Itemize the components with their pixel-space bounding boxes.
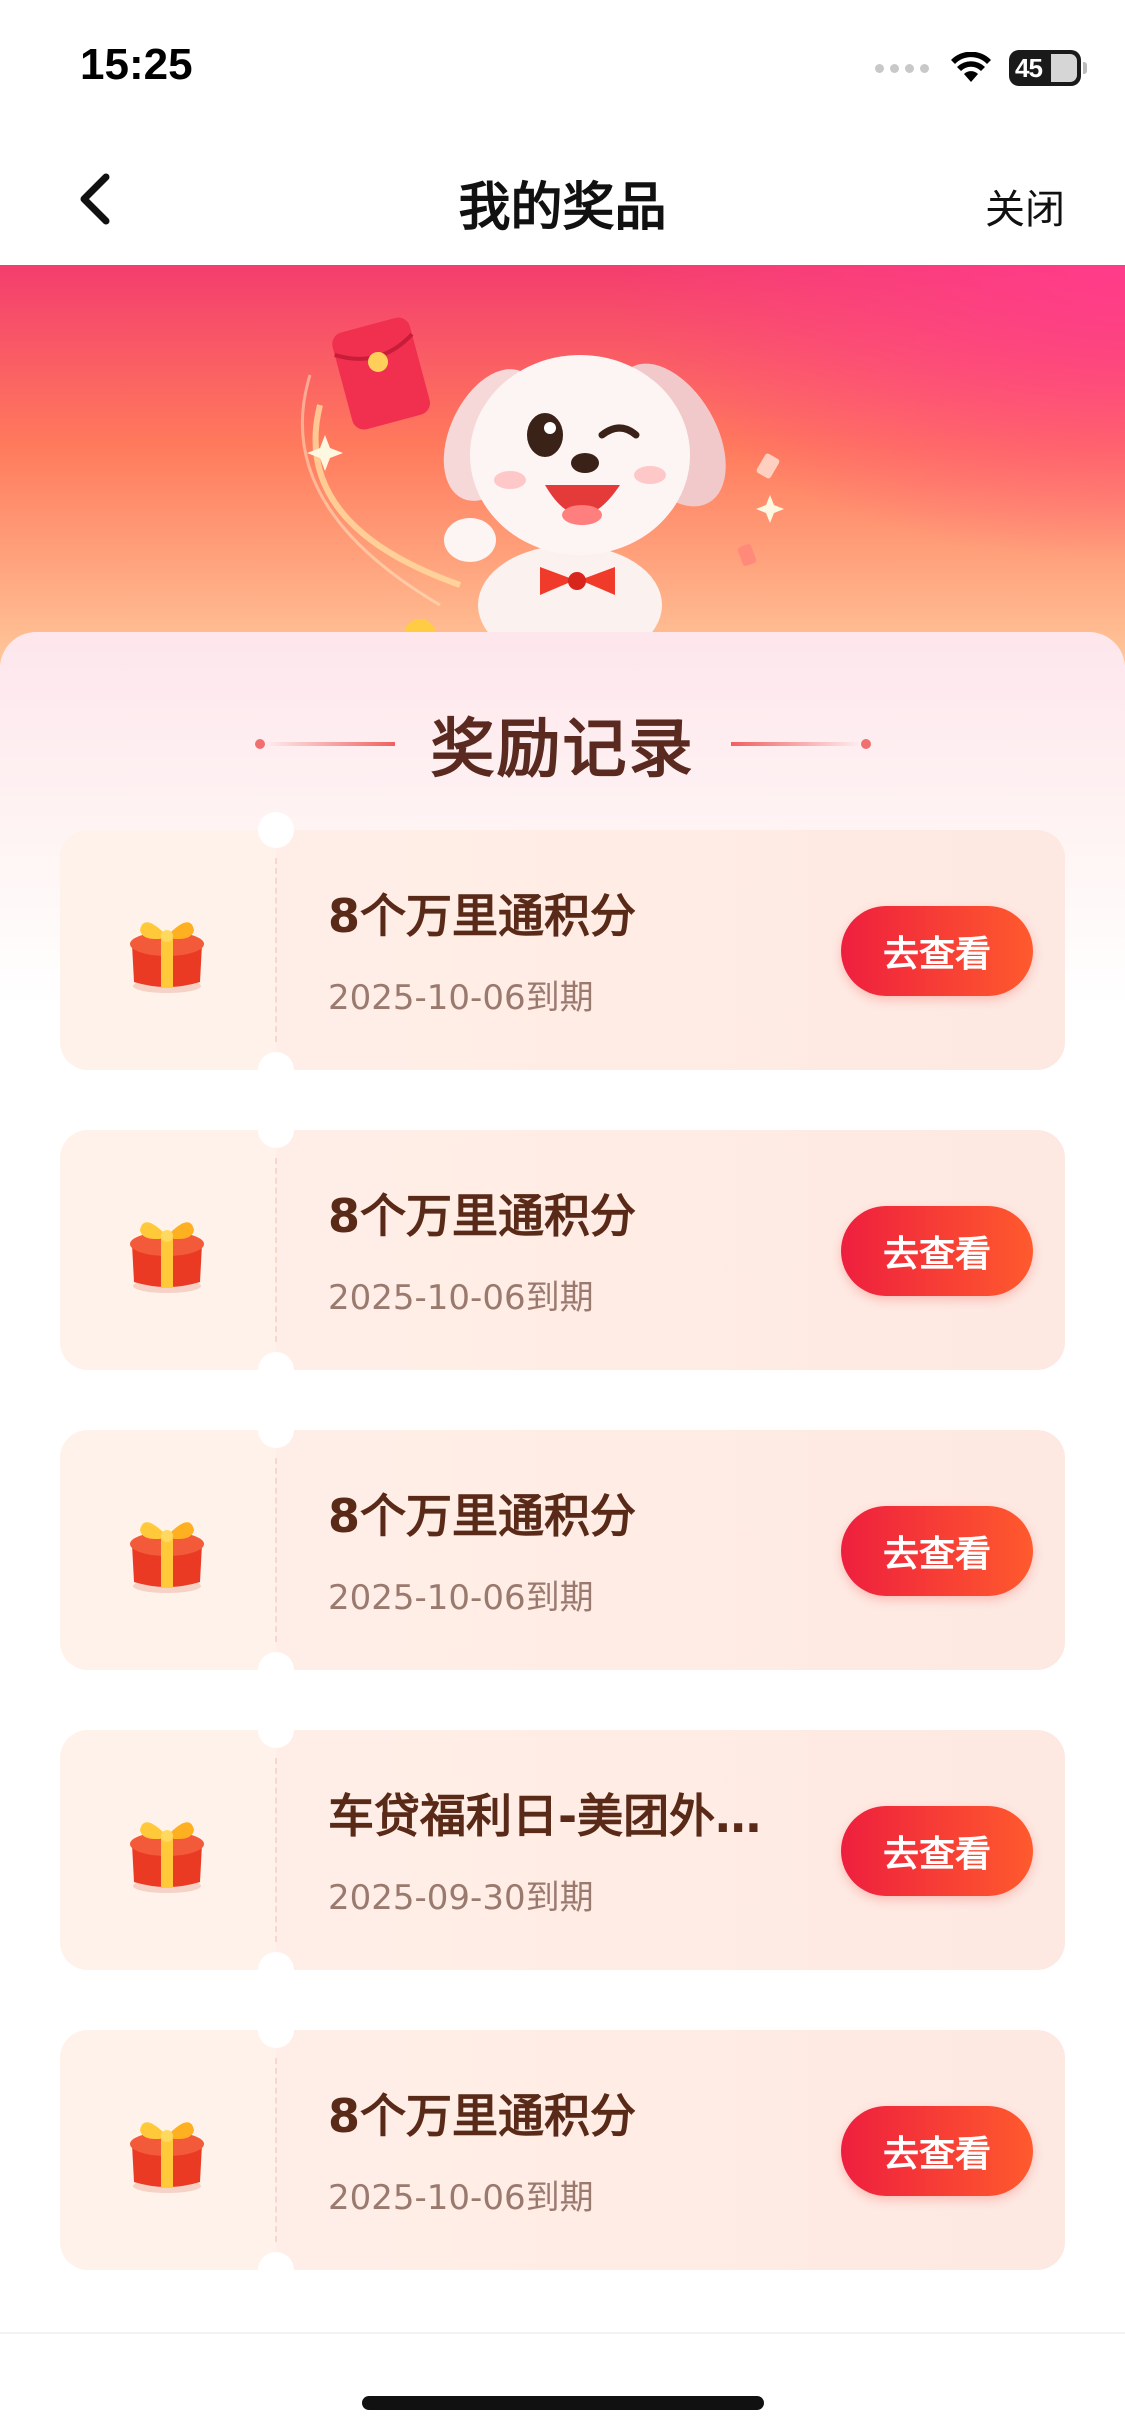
gift-box-icon [130, 1522, 204, 1593]
bottom-divider [0, 2332, 1125, 2334]
home-indicator[interactable] [362, 2396, 764, 2410]
battery-icon: 45 [1009, 50, 1087, 86]
wifi-icon [951, 52, 991, 82]
gift-box-icon [130, 922, 204, 993]
view-reward-button[interactable]: 去查看 [841, 1506, 1033, 1596]
status-time: 15:25 [80, 40, 193, 89]
reward-expiry: 2025-10-06到期 [328, 1278, 594, 1318]
view-reward-button[interactable]: 去查看 [841, 1806, 1033, 1896]
reward-card: 8个万里通积分 2025-10-06到期 去查看 [60, 812, 1065, 1088]
reward-title: 车贷福利日-美团外… [328, 1789, 762, 1843]
gift-box-icon [130, 1222, 204, 1293]
reward-title: 8个万里通积分 [328, 1489, 637, 1543]
status-indicators: 45 [875, 48, 1087, 88]
reward-card: 8个万里通积分 2025-10-06到期 去查看 [60, 2012, 1065, 2288]
reward-expiry: 2025-10-06到期 [328, 2178, 594, 2218]
header-divider-right [730, 742, 861, 746]
battery-level: 45 [1015, 52, 1043, 83]
section-header: 奖励记录 [0, 694, 1125, 794]
reward-expiry: 2025-10-06到期 [328, 978, 594, 1018]
cellular-signal-icon [875, 63, 929, 73]
header-dot-left [254, 739, 265, 749]
reward-expiry: 2025-09-30到期 [328, 1878, 594, 1918]
nav-bar: 我的奖品 关闭 [0, 135, 1125, 265]
reward-title: 8个万里通积分 [328, 2089, 637, 2143]
page-title: 我的奖品 [458, 178, 667, 238]
mascot-dog-illustration [301, 317, 784, 665]
header-dot-right [860, 739, 871, 749]
view-reward-button[interactable]: 去查看 [841, 2106, 1033, 2196]
section-title: 奖励记录 [430, 713, 695, 787]
header-divider-left [264, 742, 395, 746]
view-reward-button[interactable]: 去查看 [841, 1206, 1033, 1296]
close-button[interactable]: 关闭 [985, 177, 1065, 235]
reward-title: 8个万里通积分 [328, 1189, 637, 1243]
reward-card: 8个万里通积分 2025-10-06到期 去查看 [60, 1112, 1065, 1388]
gift-box-icon [130, 2122, 204, 2193]
banner [0, 265, 1125, 665]
reward-expiry: 2025-10-06到期 [328, 1578, 594, 1618]
gift-box-icon [130, 1822, 204, 1893]
reward-card: 车贷福利日-美团外… 2025-09-30到期 去查看 [60, 1712, 1065, 1988]
reward-title: 8个万里通积分 [328, 889, 637, 943]
status-bar: 15:25 45 [0, 0, 1125, 135]
reward-card: 8个万里通积分 2025-10-06到期 去查看 [60, 1412, 1065, 1688]
view-reward-button[interactable]: 去查看 [841, 906, 1033, 996]
